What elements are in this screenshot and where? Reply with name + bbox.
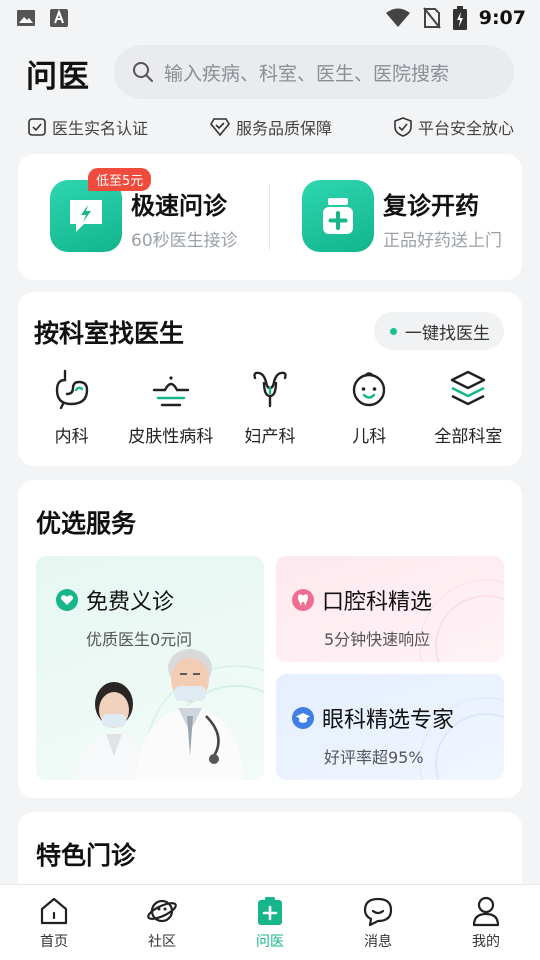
refill-prescription-button[interactable]: 复诊开药 正品好药送上门 xyxy=(270,154,522,280)
trust-item-verified: 医生实名认证 xyxy=(28,114,148,140)
dept-label: 妇产科 xyxy=(244,427,296,447)
layers-icon xyxy=(451,370,486,406)
fast-consult-subtitle: 60秒医生接诊 xyxy=(131,231,238,251)
dept-label: 内科 xyxy=(54,427,89,447)
chat-bubble-icon xyxy=(363,897,393,926)
tooth-icon xyxy=(292,589,314,611)
skin-icon xyxy=(152,376,189,407)
medical-kit-icon xyxy=(258,896,282,925)
trust-label: 平台安全放心 xyxy=(417,119,514,138)
graduation-cap-icon xyxy=(292,707,314,729)
no-sim-icon xyxy=(422,7,441,29)
department-title: 按科室找医生 xyxy=(34,319,185,348)
diamond-check-icon xyxy=(210,118,230,136)
tab-profile[interactable]: 我的 xyxy=(446,895,526,951)
trust-item-safe: 平台安全放心 xyxy=(394,114,514,140)
dept-label: 全部科室 xyxy=(434,427,503,447)
status-bar: 9:07 xyxy=(0,0,540,36)
dental-card[interactable]: 口腔科精选 5分钟快速响应 xyxy=(276,556,504,662)
wifi-icon xyxy=(385,8,410,27)
home-icon xyxy=(40,897,68,924)
bottom-tab-bar: 首页 社区 问医 消息 我的 xyxy=(0,884,540,960)
search-placeholder: 输入疾病、科室、医生、医院搜索 xyxy=(164,62,450,85)
chat-lightning-icon xyxy=(70,200,102,232)
trust-item-quality: 服务品质保障 xyxy=(210,114,332,140)
dept-item-skin[interactable]: 皮肤性病科 xyxy=(121,368,220,447)
baby-face-icon xyxy=(353,372,386,407)
services-title: 优选服务 xyxy=(36,509,137,538)
tab-messages[interactable]: 消息 xyxy=(338,895,418,951)
eye-card[interactable]: 眼科精选专家 好评率超95% xyxy=(276,674,504,780)
planet-icon xyxy=(147,899,177,922)
services-card: 优选服务 免费义诊 优质医生0元问 口腔科精选 5分钟快速响应 眼科精选专家 好… xyxy=(18,480,522,798)
status-time: 9:07 xyxy=(478,7,526,29)
tab-label: 消息 xyxy=(364,933,392,950)
dept-label: 皮肤性病科 xyxy=(128,427,214,447)
featured-title: 特色门诊 xyxy=(36,841,137,870)
doctors-illustration xyxy=(76,649,244,780)
free-consult-card[interactable]: 免费义诊 优质医生0元问 xyxy=(36,556,264,780)
person-icon xyxy=(472,896,500,926)
stomach-icon xyxy=(55,369,88,410)
tab-label: 我的 xyxy=(472,933,500,950)
trust-label: 医生实名认证 xyxy=(52,119,149,138)
checkbox-icon xyxy=(28,118,46,136)
tab-home[interactable]: 首页 xyxy=(14,895,94,951)
tab-label: 问医 xyxy=(256,933,284,950)
dental-title: 口腔科精选 xyxy=(322,590,433,615)
dot-icon xyxy=(390,327,397,335)
fast-consult-button[interactable]: 低至5元 极速问诊 60秒医生接诊 xyxy=(18,154,270,280)
tab-label: 首页 xyxy=(40,933,68,950)
header: 问医 输入疾病、科室、医生、医院搜索 xyxy=(0,42,540,104)
medicine-bottle-icon xyxy=(323,198,353,234)
department-card: 按科室找医生 一键找医生 内科 皮肤性病科 妇产科 儿科 全部科室 xyxy=(18,292,522,466)
department-list: 内科 皮肤性病科 妇产科 儿科 全部科室 xyxy=(18,368,522,447)
page-title: 问医 xyxy=(26,58,90,95)
refill-tile xyxy=(302,180,374,252)
eye-heading: 眼科精选专家 xyxy=(292,702,454,734)
shield-check-icon xyxy=(394,117,412,137)
tab-label: 社区 xyxy=(148,933,176,950)
uterus-icon xyxy=(253,371,287,408)
dental-subtitle: 5分钟快速响应 xyxy=(324,630,431,649)
eye-title: 眼科精选专家 xyxy=(322,708,455,733)
search-input[interactable]: 输入疾病、科室、医生、医院搜索 xyxy=(114,45,514,99)
battery-icon xyxy=(452,6,467,30)
gallery-icon xyxy=(17,10,35,26)
refill-title: 复诊开药 xyxy=(383,192,479,220)
quick-actions-card: 低至5元 极速问诊 60秒医生接诊 复诊开药 正品好药送上门 xyxy=(18,154,522,280)
trust-row: 医生实名认证 服务品质保障 平台安全放心 xyxy=(0,114,540,140)
dental-heading: 口腔科精选 xyxy=(292,584,432,616)
dept-label: 儿科 xyxy=(352,427,387,447)
trust-label: 服务品质保障 xyxy=(235,119,332,138)
dept-item-pediatrics[interactable]: 儿科 xyxy=(320,368,419,447)
find-doctor-label: 一键找医生 xyxy=(405,323,490,344)
fast-consult-title: 极速问诊 xyxy=(131,192,227,220)
search-icon xyxy=(133,62,153,82)
tab-consult[interactable]: 问医 xyxy=(230,895,310,951)
dept-item-all[interactable]: 全部科室 xyxy=(419,368,518,447)
eye-subtitle: 好评率超95% xyxy=(324,748,424,767)
refill-subtitle: 正品好药送上门 xyxy=(383,231,502,251)
font-icon xyxy=(50,9,68,27)
dept-item-internal[interactable]: 内科 xyxy=(22,368,121,447)
tab-community[interactable]: 社区 xyxy=(122,895,202,951)
find-doctor-button[interactable]: 一键找医生 xyxy=(374,312,504,350)
dept-item-obgyn[interactable]: 妇产科 xyxy=(220,368,319,447)
